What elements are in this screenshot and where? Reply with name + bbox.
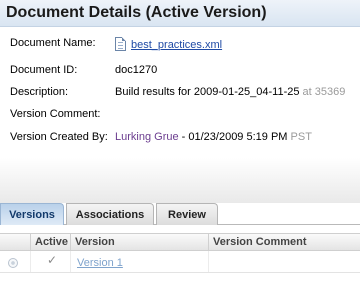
version-created-label: Version Created By: xyxy=(10,131,108,143)
active-cell: ✓ xyxy=(30,251,70,272)
document-id-value: doc1270 xyxy=(115,64,158,76)
created-by-user-link[interactable]: Lurking Grue xyxy=(115,131,179,143)
version-link[interactable]: Version 1 xyxy=(77,257,123,269)
row-select-cell xyxy=(0,251,30,272)
version-comment-cell xyxy=(208,251,360,272)
column-header-version[interactable]: Version xyxy=(70,234,208,250)
document-id-label: Document ID: xyxy=(10,64,78,76)
page-header: Document Details (Active Version) xyxy=(0,0,360,27)
version-cell: Version 1 xyxy=(70,251,208,272)
versions-table: Active Version Version Comment ✓ Version… xyxy=(0,225,360,291)
column-header-select xyxy=(0,234,30,250)
column-header-active[interactable]: Active xyxy=(30,234,70,250)
description-text: Build results for 2009-01-25_04-11-25 xyxy=(115,86,300,98)
document-name-label: Document Name: xyxy=(10,37,96,49)
row-select-radio[interactable] xyxy=(8,258,18,268)
page-title: Document Details (Active Version) xyxy=(6,4,267,21)
version-comment-label: Version Comment: xyxy=(10,108,101,120)
tab-bar: Versions Associations Review xyxy=(0,203,360,225)
created-date: - 01/23/2009 5:19 PM xyxy=(181,131,288,143)
check-icon: ✓ xyxy=(47,253,58,267)
table-row: ✓ Version 1 xyxy=(0,251,360,273)
document-details: Document Name: best_practices.xml Docume… xyxy=(0,27,360,158)
section-divider xyxy=(0,158,360,203)
created-timezone: PST xyxy=(290,131,312,143)
document-name-value: best_practices.xml xyxy=(115,37,222,51)
description-label: Description: xyxy=(10,86,69,98)
table-header: Active Version Version Comment xyxy=(0,233,360,251)
document-name-link[interactable]: best_practices.xml xyxy=(131,39,222,51)
document-icon xyxy=(115,37,126,51)
tab-versions[interactable]: Versions xyxy=(0,203,64,225)
tab-associations[interactable]: Associations xyxy=(66,203,154,225)
column-header-version-comment[interactable]: Version Comment xyxy=(208,234,360,250)
description-at: at 35369 xyxy=(302,86,346,98)
version-created-value: Lurking Grue - 01/23/2009 5:19 PM PST xyxy=(115,131,312,143)
description-value: Build results for 2009-01-25_04-11-25 at… xyxy=(115,86,345,98)
tab-review[interactable]: Review xyxy=(156,203,218,225)
